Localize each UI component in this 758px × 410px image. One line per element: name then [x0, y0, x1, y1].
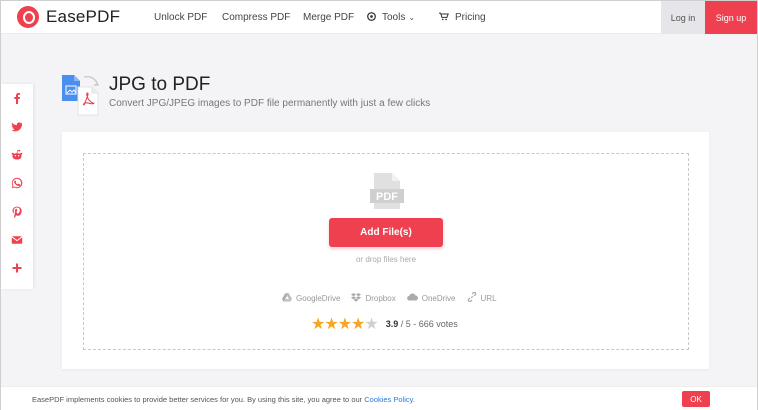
link-icon — [467, 291, 477, 304]
signup-button[interactable]: Sign up — [705, 1, 757, 34]
cookie-text: EasePDF implements cookies to provide be… — [32, 395, 415, 404]
star-icon[interactable]: ★ — [364, 316, 378, 333]
page-subtitle: Convert JPG/JPEG images to PDF file perm… — [109, 98, 431, 109]
cookie-message: EasePDF implements cookies to provide be… — [32, 395, 365, 404]
cookie-end: . — [412, 395, 415, 404]
login-button[interactable]: Log in — [661, 1, 705, 34]
source-dropbox-label: Dropbox — [365, 293, 396, 303]
add-files-button[interactable]: Add File(s) — [329, 218, 443, 247]
upload-card: PDF Add File(s) or drop files here Googl… — [62, 132, 709, 369]
star-icon[interactable]: ★ — [338, 316, 352, 333]
cookie-banner: EasePDF implements cookies to provide be… — [1, 386, 757, 410]
share-plus-icon[interactable] — [9, 261, 25, 276]
star-icon[interactable]: ★ — [351, 316, 365, 333]
nav-compress-pdf[interactable]: Compress PDF — [222, 12, 290, 23]
twitter-icon[interactable] — [9, 119, 25, 134]
dropbox-icon — [351, 292, 362, 304]
chevron-down-icon: ⌄ — [408, 13, 416, 22]
source-dropbox[interactable]: Dropbox — [351, 292, 396, 304]
nav-unlock-pdf[interactable]: Unlock PDF — [154, 12, 207, 23]
googledrive-icon — [282, 292, 292, 304]
star-icon[interactable]: ★ — [324, 316, 338, 333]
nav-merge-pdf[interactable]: Merge PDF — [303, 12, 354, 23]
logo[interactable]: EasePDF — [17, 6, 120, 28]
source-onedrive-label: OneDrive — [421, 293, 456, 303]
pdf-file-icon: PDF — [370, 173, 404, 209]
nav-pricing-label: Pricing — [455, 12, 486, 23]
star-icon[interactable]: ★ — [311, 316, 325, 333]
nav-tools[interactable]: Tools ⌄ — [367, 11, 416, 24]
facebook-icon[interactable] — [9, 91, 25, 106]
rating-text: 3.9 / 5 - 666 votes — [386, 319, 458, 329]
onedrive-icon — [406, 293, 418, 303]
source-url[interactable]: URL — [467, 291, 497, 304]
cookie-ok-button[interactable]: OK — [682, 391, 710, 407]
pinterest-icon[interactable] — [9, 204, 25, 219]
rating-votes: / 5 - 666 votes — [398, 319, 458, 329]
rating-score: 3.9 — [385, 319, 399, 329]
source-googledrive[interactable]: GoogleDrive — [282, 292, 340, 304]
source-url-label: URL — [480, 293, 497, 303]
source-onedrive[interactable]: OneDrive — [406, 292, 456, 304]
email-icon[interactable] — [9, 232, 25, 247]
file-drop-zone[interactable]: PDF Add File(s) or drop files here Googl… — [83, 153, 689, 350]
source-googledrive-label: GoogleDrive — [296, 293, 341, 303]
social-share-bar — [1, 84, 33, 289]
top-navbar: EasePDF Unlock PDF Compress PDF Merge PD… — [1, 1, 757, 34]
jpg-to-pdf-icon — [60, 71, 100, 116]
cookies-policy-link[interactable]: Cookies Policy — [364, 395, 413, 404]
tools-grid-icon — [367, 11, 376, 24]
nav-pricing[interactable]: Pricing — [439, 12, 486, 24]
cart-icon — [439, 12, 449, 24]
drop-hint-text: or drop files here — [355, 255, 417, 264]
whatsapp-icon[interactable] — [9, 176, 25, 191]
cloud-sources: GoogleDrive Dropbox OneDrive URL — [282, 291, 508, 304]
pdf-icon-label: PDF — [376, 191, 398, 203]
page-title: JPG to PDF — [109, 74, 211, 95]
reddit-icon[interactable] — [9, 148, 25, 163]
easepdf-logo-icon — [17, 6, 39, 28]
brand-name: EasePDF — [46, 7, 121, 26]
rating-stars[interactable]: ★★★★★ — [311, 314, 379, 334]
rating: ★★★★★ 3.9 / 5 - 666 votes — [311, 314, 458, 334]
nav-tools-label: Tools — [382, 12, 406, 23]
